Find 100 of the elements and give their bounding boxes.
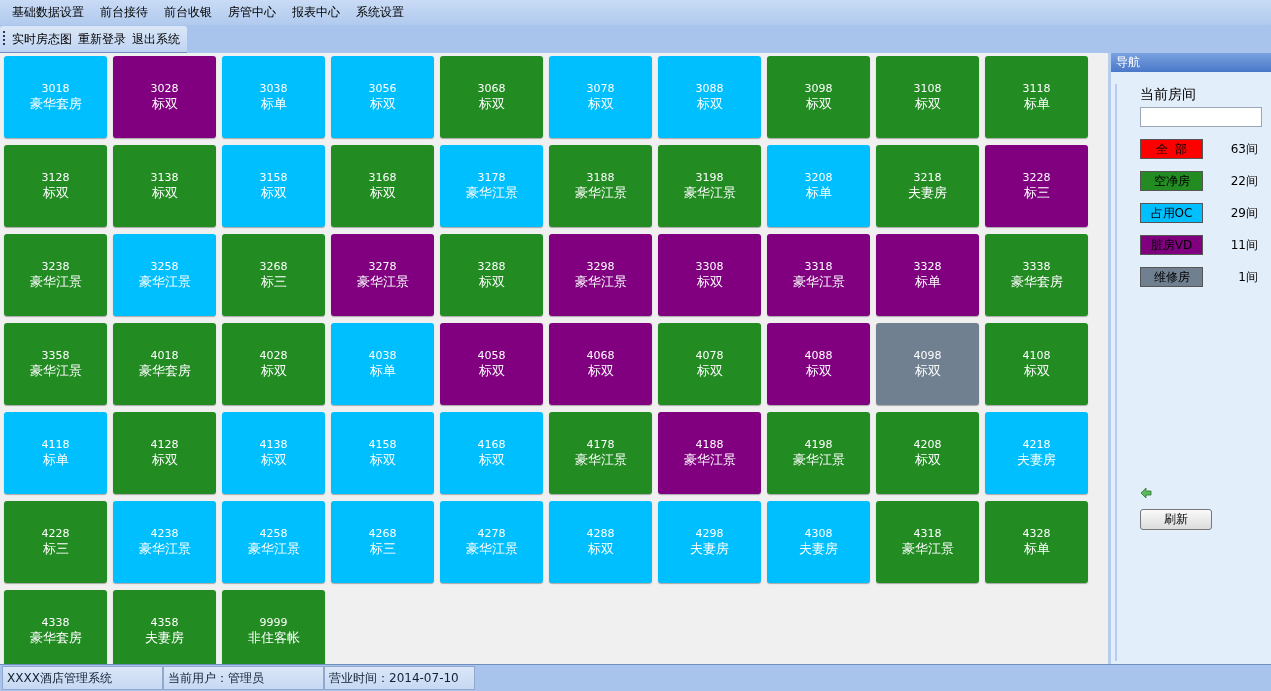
- menu-item[interactable]: 基础数据设置: [4, 4, 92, 21]
- room-number: 3068: [477, 82, 506, 96]
- room-number: 4078: [695, 349, 724, 363]
- menu-item[interactable]: 房管中心: [220, 4, 284, 21]
- room-tile[interactable]: 3268 标三: [222, 234, 325, 316]
- panel-title: 导航: [1111, 53, 1271, 72]
- room-tile[interactable]: 3278 豪华江景: [331, 234, 434, 316]
- room-tile[interactable]: 3228 标三: [985, 145, 1088, 227]
- room-number: 3118: [1022, 82, 1051, 96]
- room-number: 4108: [1022, 349, 1051, 363]
- room-tile[interactable]: 4208 标双: [876, 412, 979, 494]
- room-type: 标三: [42, 541, 69, 557]
- room-number: 4318: [913, 527, 942, 541]
- status-filter-button[interactable]: 脏房VD: [1140, 235, 1203, 255]
- room-type: 豪华江景: [574, 452, 627, 468]
- room-tile[interactable]: 3168 标双: [331, 145, 434, 227]
- room-tile[interactable]: 4178 豪华江景: [549, 412, 652, 494]
- room-number: 3018: [41, 82, 70, 96]
- room-number: 3318: [804, 260, 833, 274]
- room-tile[interactable]: 3138 标双: [113, 145, 216, 227]
- room-tile[interactable]: 3338 豪华套房: [985, 234, 1088, 316]
- room-tile[interactable]: 4088 标双: [767, 323, 870, 405]
- room-tile[interactable]: 4188 豪华江景: [658, 412, 761, 494]
- room-type: 标三: [369, 541, 396, 557]
- room-tile[interactable]: 3118 标单: [985, 56, 1088, 138]
- room-tile[interactable]: 4338 豪华套房: [4, 590, 107, 664]
- room-tile[interactable]: 3098 标双: [767, 56, 870, 138]
- status-filter-button[interactable]: 维修房: [1140, 267, 1203, 287]
- toolbar-button[interactable]: 退出系统: [129, 30, 183, 48]
- room-number: 4288: [586, 527, 615, 541]
- status-filter-button[interactable]: 占用OC: [1140, 203, 1203, 223]
- room-type: 豪华江景: [574, 185, 627, 201]
- room-tile[interactable]: 3188 豪华江景: [549, 145, 652, 227]
- room-number: 4338: [41, 616, 70, 630]
- room-type: 豪华江景: [792, 274, 845, 290]
- room-number: 3178: [477, 171, 506, 185]
- room-tile[interactable]: 3358 豪华江景: [4, 323, 107, 405]
- room-tile[interactable]: 3198 豪华江景: [658, 145, 761, 227]
- refresh-button[interactable]: 刷新: [1140, 509, 1212, 530]
- room-type: 标双: [478, 274, 505, 290]
- room-tile[interactable]: 4058 标双: [440, 323, 543, 405]
- room-number: 4208: [913, 438, 942, 452]
- room-tile[interactable]: 4108 标双: [985, 323, 1088, 405]
- room-type: 豪华江景: [138, 274, 191, 290]
- menu-item[interactable]: 报表中心: [284, 4, 348, 21]
- room-type: 标双: [587, 541, 614, 557]
- room-tile[interactable]: 3298 豪华江景: [549, 234, 652, 316]
- toolbar-button[interactable]: 实时房态图: [9, 30, 75, 48]
- room-tile[interactable]: 4198 豪华江景: [767, 412, 870, 494]
- room-tile[interactable]: 3238 豪华江景: [4, 234, 107, 316]
- room-type: 标双: [478, 96, 505, 112]
- toolbar-button[interactable]: 重新登录: [75, 30, 129, 48]
- room-tile[interactable]: 9999 非住客帐: [222, 590, 325, 664]
- room-type: 标双: [151, 185, 178, 201]
- room-number: 3328: [913, 260, 942, 274]
- room-number: 4298: [695, 527, 724, 541]
- room-number: 4268: [368, 527, 397, 541]
- room-tile[interactable]: 3318 豪华江景: [767, 234, 870, 316]
- status-filter-button[interactable]: 全 部: [1140, 139, 1203, 159]
- room-tile[interactable]: 3108 标双: [876, 56, 979, 138]
- room-tile[interactable]: 4318 豪华江景: [876, 501, 979, 583]
- room-number: 3088: [695, 82, 724, 96]
- room-tile[interactable]: 3218 夫妻房: [876, 145, 979, 227]
- menu-item[interactable]: 前台接待: [92, 4, 156, 21]
- room-number: 4358: [150, 616, 179, 630]
- room-tile[interactable]: 3068 标双: [440, 56, 543, 138]
- menu-item[interactable]: 系统设置: [348, 4, 412, 21]
- room-number: 4218: [1022, 438, 1051, 452]
- room-number: 4058: [477, 349, 506, 363]
- room-number: 3308: [695, 260, 724, 274]
- room-tile[interactable]: 3028 标双: [113, 56, 216, 138]
- current-room-field[interactable]: [1140, 107, 1262, 127]
- room-tile[interactable]: 3288 标双: [440, 234, 543, 316]
- room-number: 4118: [41, 438, 70, 452]
- room-type: 标单: [1023, 96, 1050, 112]
- room-tile[interactable]: 3328 标单: [876, 234, 979, 316]
- room-tile[interactable]: 4328 标单: [985, 501, 1088, 583]
- back-arrow-icon[interactable]: [1140, 487, 1152, 499]
- room-tile[interactable]: 3128 标双: [4, 145, 107, 227]
- room-type: 标单: [914, 274, 941, 290]
- room-number: 4278: [477, 527, 506, 541]
- room-tile[interactable]: 4098 标双: [876, 323, 979, 405]
- room-type: 豪华江景: [683, 185, 736, 201]
- room-type: 豪华江景: [247, 541, 300, 557]
- room-number: 9999: [259, 616, 288, 630]
- room-type: 豪华江景: [29, 274, 82, 290]
- room-tile[interactable]: 4078 标双: [658, 323, 761, 405]
- room-type: 豪华江景: [465, 541, 518, 557]
- room-type: 标单: [1023, 541, 1050, 557]
- room-type: 标双: [260, 452, 287, 468]
- room-tile[interactable]: 4228 标三: [4, 501, 107, 583]
- room-tile[interactable]: 3308 标双: [658, 234, 761, 316]
- status-filter-button[interactable]: 空净房: [1140, 171, 1203, 191]
- room-tile[interactable]: 4028 标双: [222, 323, 325, 405]
- room-tile[interactable]: 4128 标双: [113, 412, 216, 494]
- menu-item[interactable]: 前台收银: [156, 4, 220, 21]
- room-tile[interactable]: 4018 豪华套房: [113, 323, 216, 405]
- room-tile[interactable]: 4068 标双: [549, 323, 652, 405]
- room-tile[interactable]: 4358 夫妻房: [113, 590, 216, 664]
- room-number: 3268: [259, 260, 288, 274]
